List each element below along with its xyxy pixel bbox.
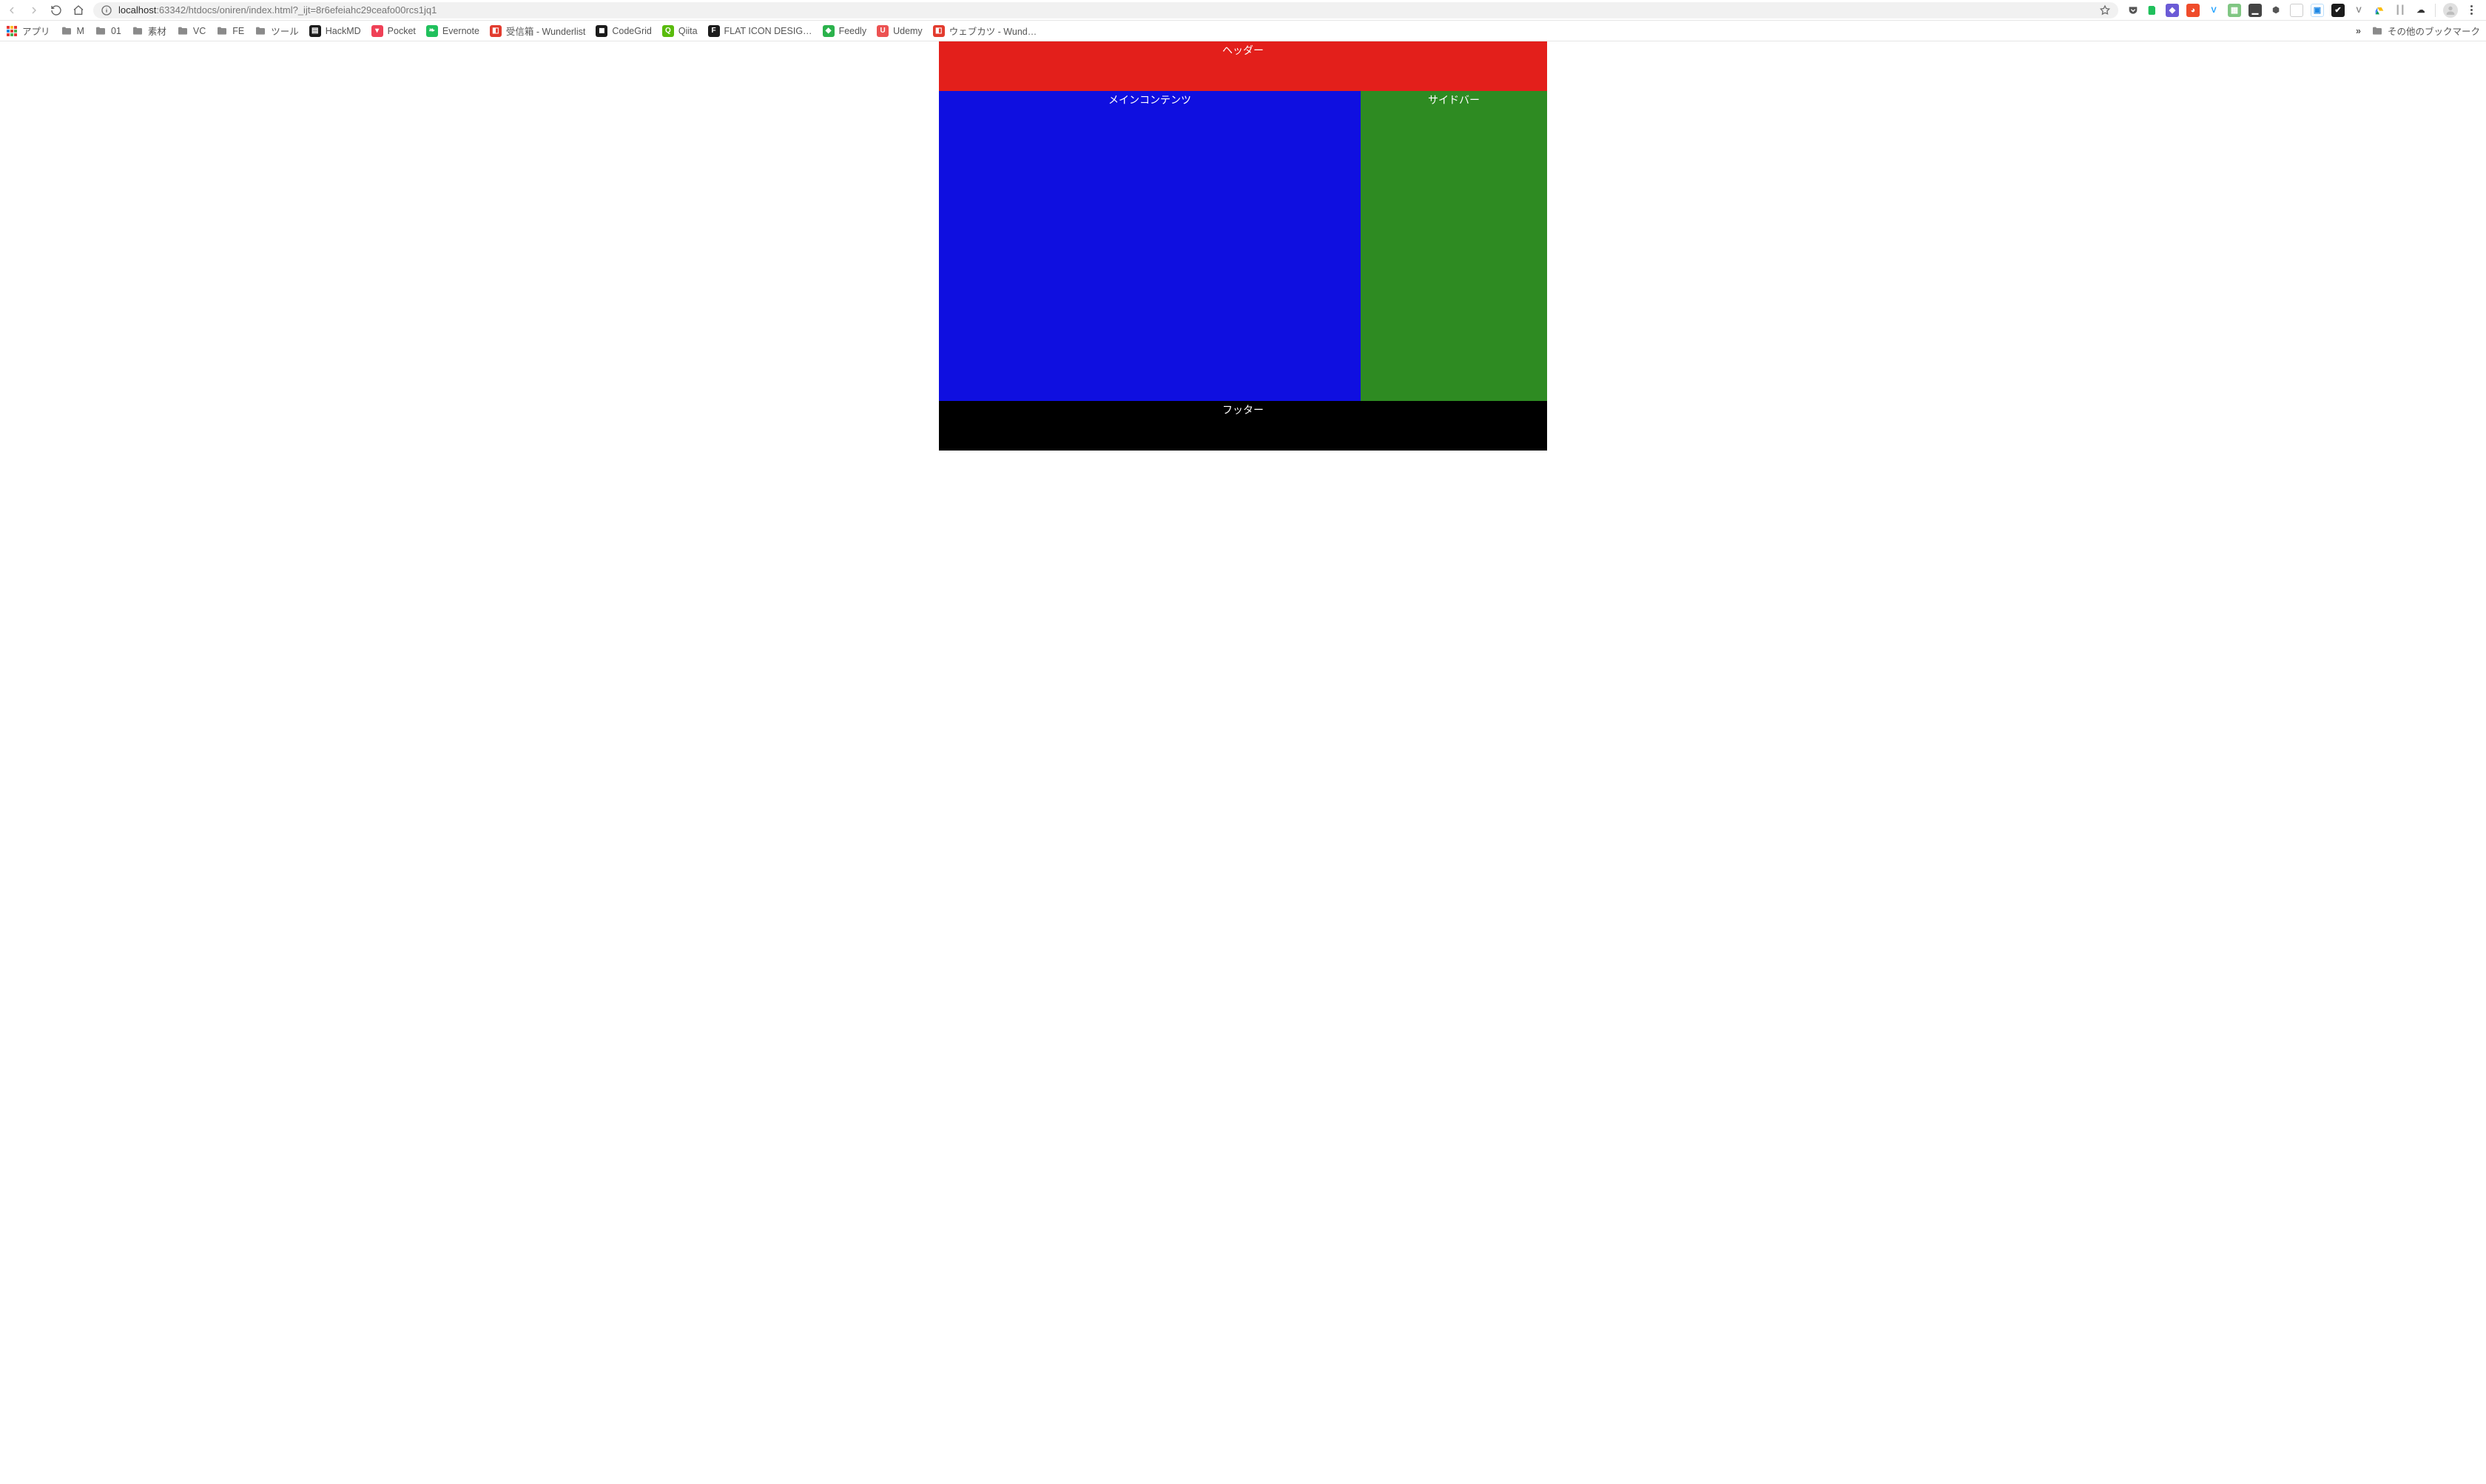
folder-icon	[61, 25, 73, 37]
ext-icon-note[interactable]: ▣	[2311, 4, 2324, 17]
folder-icon	[216, 25, 228, 37]
ext-icon-bars[interactable]: ┃┃	[2394, 4, 2407, 17]
bookmark-overflow[interactable]: »	[2356, 26, 2361, 36]
ext-icon-black[interactable]: ✔	[2331, 4, 2345, 17]
bookmark-label: 受信箱 - Wunderlist	[506, 24, 585, 38]
bookmark-label: Udemy	[893, 26, 923, 36]
address-path: :63342/htdocs/oniren/index.html?_ijt=8r6…	[156, 4, 437, 16]
favicon-icon: ◼	[596, 25, 607, 37]
folder-icon	[177, 25, 189, 37]
address-text: localhost:63342/htdocs/oniren/index.html…	[118, 4, 437, 16]
bookmark-item[interactable]: ◆ Feedly	[823, 25, 867, 37]
bookmark-label: 素材	[148, 24, 166, 38]
ext-icon-drive[interactable]	[2373, 4, 2386, 17]
page-main-label: メインコンテンツ	[1108, 94, 1191, 106]
bookmark-label: ツール	[271, 24, 299, 38]
page-sidebar-label: サイドバー	[1428, 94, 1480, 106]
page-viewport: ヘッダー メインコンテンツ サイドバー フッター	[0, 41, 2486, 451]
page-header: ヘッダー	[939, 41, 1547, 91]
toolbar-divider	[2435, 4, 2436, 17]
bookmark-label: ウェブカツ - Wund…	[949, 24, 1037, 38]
favicon-icon: ▤	[309, 25, 321, 37]
bookmark-item[interactable]: FE	[216, 25, 244, 37]
page-header-label: ヘッダー	[1222, 44, 1264, 56]
bookmark-label: FE	[232, 26, 244, 36]
ext-icon-sheet[interactable]: ▦	[2228, 4, 2241, 17]
bookmark-label: FLAT ICON DESIG…	[724, 26, 812, 36]
bookmark-label: Evernote	[442, 26, 479, 36]
address-bar[interactable]: localhost:63342/htdocs/oniren/index.html…	[93, 2, 2118, 18]
ext-icon-hex[interactable]: ⬢	[2269, 4, 2283, 17]
ext-icon-v2[interactable]: V	[2352, 4, 2365, 17]
bookmark-item[interactable]: ❧ Evernote	[426, 25, 479, 37]
bookmark-item[interactable]: 01	[95, 25, 121, 37]
bookmark-item[interactable]: ▤ HackMD	[309, 25, 361, 37]
folder-icon	[255, 25, 266, 37]
favicon-icon: ◧	[933, 25, 945, 37]
page-main: メインコンテンツ	[939, 91, 1361, 401]
back-button[interactable]	[6, 4, 18, 16]
ext-icon-cloud[interactable]: ☁	[2414, 4, 2428, 17]
bookmark-label: Pocket	[388, 26, 416, 36]
bookmark-item[interactable]: ◧ ウェブカツ - Wund…	[933, 24, 1037, 38]
bookmark-label: Qiita	[678, 26, 698, 36]
ext-icon-purple[interactable]: ◆	[2166, 4, 2179, 17]
extensions-bar: ◆ ◕ V ▦ ▁ ⬢ ▣ ✔ V ┃┃ ☁	[2127, 3, 2480, 18]
pocket-ext-icon[interactable]	[2127, 4, 2139, 16]
reload-button[interactable]	[50, 4, 62, 16]
folder-icon	[132, 25, 144, 37]
bookmark-item[interactable]: ツール	[255, 24, 299, 38]
evernote-ext-icon[interactable]	[2146, 4, 2158, 16]
favicon-icon: U	[877, 25, 889, 37]
home-button[interactable]	[73, 4, 84, 16]
bookmark-item[interactable]: ◧ 受信箱 - Wunderlist	[490, 24, 585, 38]
forward-button[interactable]	[28, 4, 40, 16]
bookmark-label: 01	[111, 26, 121, 36]
favicon-icon: ◧	[490, 25, 502, 37]
profile-avatar[interactable]	[2443, 3, 2458, 18]
bookmark-label: HackMD	[326, 26, 361, 36]
bookmark-item[interactable]: U Udemy	[877, 25, 923, 37]
other-bookmarks-label: その他のブックマーク	[2388, 24, 2480, 38]
bookmark-label: VC	[193, 26, 206, 36]
nav-controls	[6, 4, 84, 16]
address-host: localhost	[118, 4, 156, 16]
page-footer: フッター	[939, 401, 1547, 451]
folder-icon	[95, 25, 107, 37]
favicon-icon: ❧	[426, 25, 438, 37]
favicon-icon: F	[708, 25, 720, 37]
apps-button[interactable]: アプリ	[6, 24, 50, 38]
page-footer-label: フッター	[1222, 404, 1264, 416]
other-bookmarks[interactable]: その他のブックマーク	[2371, 24, 2480, 38]
apps-label: アプリ	[22, 24, 50, 38]
ext-icon-off[interactable]: ▁	[2248, 4, 2262, 17]
bookmark-item[interactable]: Q Qiita	[662, 25, 698, 37]
apps-grid-icon	[6, 25, 18, 37]
browser-toolbar: localhost:63342/htdocs/oniren/index.html…	[0, 0, 2486, 21]
page-sidebar: サイドバー	[1361, 91, 1547, 401]
bookmark-item[interactable]: M	[61, 25, 84, 37]
bookmark-label: CodeGrid	[612, 26, 652, 36]
bookmark-label: M	[77, 26, 84, 36]
bookmark-item[interactable]: ◼ CodeGrid	[596, 25, 652, 37]
page-container: ヘッダー メインコンテンツ サイドバー フッター	[939, 41, 1547, 451]
favicon-icon: Q	[662, 25, 674, 37]
bookmark-item[interactable]: F FLAT ICON DESIG…	[708, 25, 812, 37]
ext-icon-blank[interactable]	[2290, 4, 2303, 17]
favicon-icon: ▾	[371, 25, 383, 37]
browser-menu-button[interactable]	[2465, 5, 2477, 15]
bookmark-item[interactable]: VC	[177, 25, 206, 37]
ext-icon-orange[interactable]: ◕	[2186, 4, 2200, 17]
bookmark-label: Feedly	[839, 26, 867, 36]
bookmark-item[interactable]: ▾ Pocket	[371, 25, 416, 37]
bookmark-bar: アプリ M 01 素材 VC FE ツール ▤ HackMD ▾ Pocket ❧ Evernote ◧…	[0, 21, 2486, 41]
ext-icon-v[interactable]: V	[2207, 4, 2220, 17]
info-icon[interactable]	[101, 4, 112, 16]
folder-icon	[2371, 25, 2383, 37]
bookmark-item[interactable]: 素材	[132, 24, 166, 38]
favicon-icon: ◆	[823, 25, 835, 37]
star-icon[interactable]	[2099, 4, 2111, 16]
